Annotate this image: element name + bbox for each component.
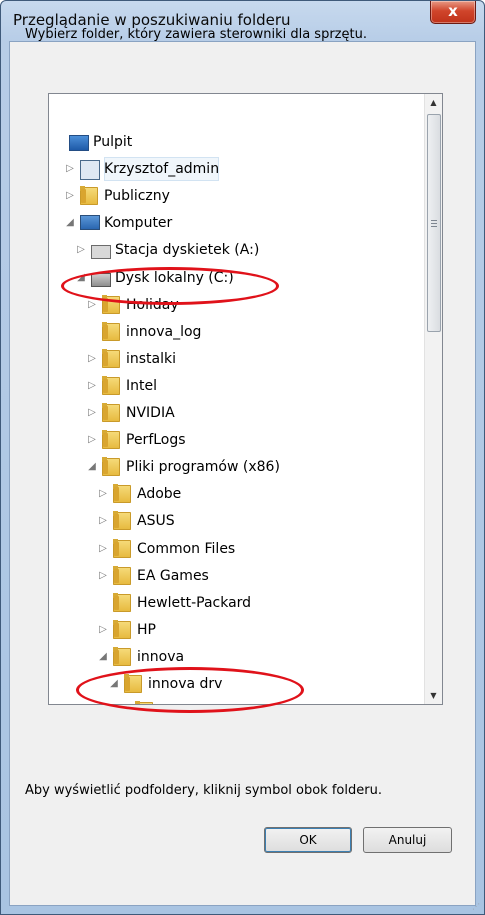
expand-arrow-icon[interactable]: ▷ xyxy=(97,509,109,533)
annotation-circle-drive xyxy=(61,267,279,305)
close-icon: x xyxy=(448,2,458,20)
expand-arrow-icon[interactable]: ▷ xyxy=(97,564,109,588)
expand-arrow-icon[interactable]: ▷ xyxy=(86,374,98,398)
tree-item[interactable]: ▷ NVIDIA xyxy=(49,401,425,425)
folder-icon xyxy=(113,538,131,558)
floppy-drive-icon xyxy=(91,245,111,260)
tree-item-label: Pliki programów (x86) xyxy=(126,459,280,476)
folder-icon xyxy=(102,348,120,368)
folder-icon xyxy=(102,430,120,450)
expand-arrow-icon[interactable]: ▷ xyxy=(86,428,98,452)
folder-icon xyxy=(80,186,98,206)
tree-item-label: Common Files xyxy=(137,540,236,557)
tree-item-label: PerfLogs xyxy=(126,432,186,449)
tree-item[interactable]: ◢ Komputer xyxy=(49,211,425,235)
folder-icon xyxy=(102,321,120,341)
folder-tree[interactable]: Pulpit ▷ Krzysztof_admin ▷ Publiczny ◢ Kompute… xyxy=(48,93,443,705)
ok-button[interactable]: OK xyxy=(264,827,352,853)
tree-item[interactable]: ▷ HP xyxy=(49,618,425,642)
tree-item-label: EA Games xyxy=(137,567,209,584)
tree-item[interactable]: ▷ Common Files xyxy=(49,537,425,561)
tree-item[interactable]: ▷ ASUS xyxy=(49,509,425,533)
collapse-arrow-icon[interactable]: ◢ xyxy=(86,455,98,479)
no-expander xyxy=(97,591,109,615)
tree-item-label: ASUS xyxy=(137,513,175,530)
tree-item[interactable]: ◢ Pliki programów (x86) xyxy=(49,455,425,479)
folder-tree-rows: Pulpit ▷ Krzysztof_admin ▷ Publiczny ◢ Kompute… xyxy=(49,94,425,704)
close-button[interactable]: x xyxy=(430,1,476,24)
expand-arrow-icon[interactable]: ▷ xyxy=(97,618,109,642)
folder-icon xyxy=(102,375,120,395)
cancel-button[interactable]: Anuluj xyxy=(363,827,452,853)
tree-item-label: Publiczny xyxy=(104,188,170,205)
expand-arrow-icon[interactable]: ▷ xyxy=(75,238,87,262)
tree-item[interactable]: innova_log xyxy=(49,320,425,344)
tree-item-label: Adobe xyxy=(137,486,182,503)
folder-icon xyxy=(102,457,120,477)
folder-icon xyxy=(113,592,131,612)
no-expander xyxy=(53,130,65,154)
collapse-arrow-icon[interactable]: ◢ xyxy=(64,211,76,235)
folder-icon xyxy=(102,403,120,422)
annotation-circle-innova-drv xyxy=(76,667,304,713)
scroll-up-button[interactable]: ▲ xyxy=(425,94,442,111)
tree-item-label: Krzysztof_admin xyxy=(104,157,220,182)
desktop-icon xyxy=(69,135,89,151)
tree-item-label: innova xyxy=(137,648,185,665)
tree-item-label: Pulpit xyxy=(93,134,133,150)
vertical-scrollbar[interactable]: ▲ ▼ xyxy=(424,94,442,704)
instruction-text: Wybierz folder, który zawiera sterowniki… xyxy=(25,27,367,42)
tree-item-label: Hewlett-Packard xyxy=(137,594,252,611)
tree-item[interactable]: ▷ instalki xyxy=(49,347,425,371)
computer-icon xyxy=(80,215,100,231)
scroll-thumb[interactable] xyxy=(427,114,441,332)
tree-item-label: Stacja dyskietek (A:) xyxy=(115,242,260,259)
hint-text: Aby wyświetlić podfoldery, kliknij symbo… xyxy=(25,783,382,798)
tree-item-label: innova_log xyxy=(126,323,202,340)
browse-folder-dialog: Przeglądanie w poszukiwaniu folderu x Wy… xyxy=(0,0,485,915)
tree-item[interactable]: Hewlett-Packard xyxy=(49,591,425,615)
resize-grip-icon[interactable]: ⋰ xyxy=(472,902,482,912)
folder-icon xyxy=(113,619,131,639)
expand-arrow-icon[interactable]: ▷ xyxy=(97,537,109,561)
tree-item[interactable]: Pulpit xyxy=(49,130,425,154)
tree-item-label: Intel xyxy=(126,377,157,394)
tree-item[interactable]: ▷ Publiczny xyxy=(49,184,425,208)
tree-item[interactable]: ▷ Intel xyxy=(49,374,425,398)
folder-icon xyxy=(113,646,131,666)
scroll-down-button[interactable]: ▼ xyxy=(425,687,442,704)
tree-item[interactable]: ▷ EA Games xyxy=(49,564,425,588)
tree-item[interactable]: ▷ Adobe xyxy=(49,482,425,506)
no-expander xyxy=(86,320,98,344)
expand-arrow-icon[interactable]: ▷ xyxy=(64,184,76,208)
tree-item[interactable]: ▷ PerfLogs xyxy=(49,428,425,452)
expand-arrow-icon[interactable]: ▷ xyxy=(97,482,109,506)
collapse-arrow-icon[interactable]: ◢ xyxy=(97,645,109,669)
folder-icon xyxy=(113,511,131,531)
tree-item[interactable]: ◢ innova xyxy=(49,645,425,669)
scroll-grip-icon xyxy=(431,220,437,221)
tree-item[interactable]: ▷ Krzysztof_admin xyxy=(49,157,425,182)
tree-item[interactable]: ▷ Stacja dyskietek (A:) xyxy=(49,238,425,262)
expand-arrow-icon[interactable]: ▷ xyxy=(86,347,98,371)
tree-item-label: HP xyxy=(137,621,156,638)
expand-arrow-icon[interactable]: ▷ xyxy=(86,401,98,425)
tree-item-label: NVIDIA xyxy=(126,405,175,421)
tree-item-label: instalki xyxy=(126,350,177,367)
folder-icon xyxy=(113,484,131,504)
folder-icon xyxy=(113,565,131,585)
user-folder-icon xyxy=(80,160,100,181)
tree-item-label: Komputer xyxy=(104,215,173,232)
expand-arrow-icon[interactable]: ▷ xyxy=(64,157,76,181)
